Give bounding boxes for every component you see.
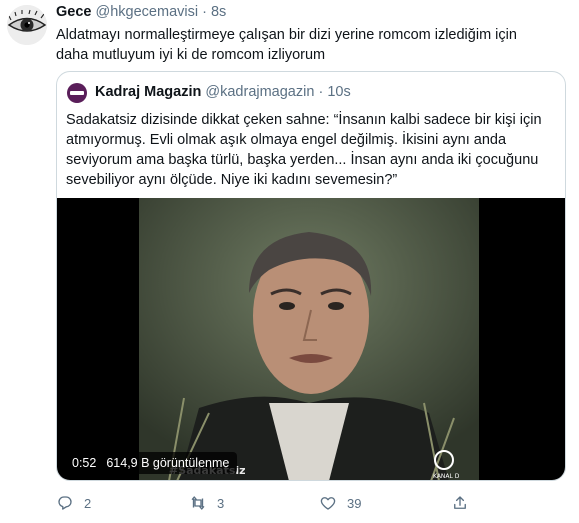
- tweet-actions: 2 3 39: [56, 494, 536, 514]
- video-frame: #Sadakatsiz KANAL D: [139, 198, 479, 480]
- quoted-text-line: sevebiliyor aynı ölçüde. Niye iki kadını…: [66, 172, 398, 188]
- reply-icon: [58, 496, 72, 510]
- quoted-text-line: seviyorum ama başka türlü, başka yerden.…: [66, 152, 539, 168]
- retweet-count: 3: [217, 495, 225, 511]
- video-info-pill: 0:52 614,9 B görüntülenme: [64, 452, 238, 474]
- author-avatar[interactable]: [7, 5, 47, 45]
- header-separator: ·: [202, 4, 207, 20]
- share-button[interactable]: [451, 494, 469, 512]
- video-view-count: 614,9 B görüntülenme: [106, 456, 230, 470]
- quoted-tweet[interactable]: Kadraj Magazin @kadrajmagazin · 10s Sada…: [56, 71, 566, 481]
- like-button[interactable]: 39: [319, 494, 361, 512]
- quoted-tweet-timestamp[interactable]: 10s: [327, 84, 350, 100]
- tweet[interactable]: Gece @hkgecemavisi · 8s Aldatmayı normal…: [0, 0, 579, 523]
- tweet-header: Gece @hkgecemavisi · 8s: [56, 4, 226, 20]
- quoted-tweet-header: Kadraj Magazin @kadrajmagazin · 10s: [95, 84, 351, 100]
- reply-button[interactable]: 2: [56, 494, 91, 512]
- share-icon: [454, 496, 466, 509]
- tweet-text-line: Aldatmayı normalleştirmeye çalışan bir d…: [56, 27, 517, 43]
- heart-icon: [320, 497, 336, 510]
- quoted-author-name[interactable]: Kadraj Magazin: [95, 84, 201, 100]
- channel-logo-text: KANAL D: [433, 473, 460, 480]
- reply-count: 2: [84, 495, 92, 511]
- video-player[interactable]: #Sadakatsiz KANAL D 0:52 614,9 B görüntü…: [57, 198, 565, 480]
- retweet-icon: [191, 496, 205, 510]
- quoted-tweet-text: Sadakatsiz dizisinde dikkat çeken sahne:…: [66, 110, 556, 190]
- quoted-text-line: atmıyormuş. Evli olmak aşık olmaya engel…: [66, 132, 507, 148]
- author-name[interactable]: Gece: [56, 4, 91, 20]
- quoted-author-avatar[interactable]: [67, 83, 87, 103]
- like-count: 39: [347, 495, 362, 511]
- video-duration: 0:52: [72, 456, 97, 470]
- retweet-button[interactable]: 3: [189, 494, 224, 512]
- author-handle[interactable]: @hkgecemavisi: [96, 4, 199, 20]
- quoted-text-line: Sadakatsiz dizisinde dikkat çeken sahne:…: [66, 112, 542, 128]
- tweet-text-line: daha mutluyum iyi ki de romcom izliyorum: [56, 47, 326, 63]
- header-separator: ·: [318, 84, 324, 100]
- tweet-text: Aldatmayı normalleştirmeye çalışan bir d…: [56, 25, 561, 65]
- quoted-author-handle[interactable]: @kadrajmagazin: [205, 84, 314, 100]
- tweet-timestamp[interactable]: 8s: [211, 4, 226, 20]
